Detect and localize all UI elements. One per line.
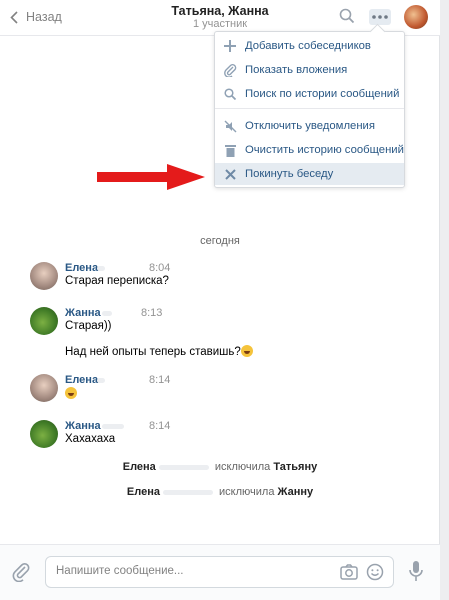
message-composer	[0, 544, 440, 600]
menu-item-label: Отключить уведомления	[245, 120, 375, 132]
message-time[interactable]: 8:04	[149, 262, 170, 274]
redacted-surname	[158, 464, 209, 470]
message-time[interactable]: 8:14	[149, 374, 170, 386]
system-target[interactable]: Жанну	[278, 486, 314, 498]
avatar[interactable]	[30, 262, 58, 290]
menu-item-leave-chat[interactable]: Покинуть беседу	[215, 163, 404, 185]
date-separator: сегодня	[200, 235, 240, 247]
message-author[interactable]: Елена	[65, 262, 98, 274]
chat-subtitle[interactable]: 1 участник	[140, 18, 300, 30]
paperclip-icon	[223, 63, 237, 77]
attach-button[interactable]	[12, 562, 30, 585]
message-text-second: Над ней опыты теперь ставишь?	[65, 346, 241, 358]
message-time[interactable]: 8:13	[141, 307, 162, 319]
system-target[interactable]: Татьяну	[273, 461, 317, 473]
message-author[interactable]: Елена	[65, 374, 98, 386]
menu-item-mute[interactable]: Отключить уведомления	[215, 115, 404, 137]
more-button[interactable]	[369, 9, 391, 25]
more-dots-icon	[372, 15, 388, 19]
message-text: Над ней опыты теперь ставишь?	[65, 345, 253, 358]
back-button[interactable]: Назад	[10, 10, 62, 24]
system-message: Елена исключила Татьяну	[0, 461, 440, 473]
message-author[interactable]: Жанна	[65, 420, 101, 432]
trash-icon	[223, 143, 237, 157]
emoji-button[interactable]	[366, 563, 384, 584]
system-actor[interactable]: Елена	[123, 461, 156, 473]
chat-panel: Назад Татьяна, Жанна 1 участник Добавить…	[0, 0, 440, 600]
menu-item-show-attachments[interactable]: Показать вложения	[215, 59, 404, 81]
chevron-left-icon	[10, 10, 18, 24]
red-arrow-annotation	[97, 164, 205, 190]
smile-icon	[366, 563, 384, 581]
laughing-emoji-icon	[240, 345, 253, 357]
paperclip-icon	[12, 563, 30, 583]
message-text: Старая))	[65, 320, 112, 332]
system-message: Елена исключила Жанну	[0, 486, 440, 498]
search-icon	[223, 87, 237, 101]
camera-button[interactable]	[340, 563, 358, 584]
microphone-icon	[409, 561, 423, 581]
scrollbar-track[interactable]	[441, 0, 449, 600]
avatar[interactable]	[30, 307, 58, 335]
menu-item-clear-history[interactable]: Очистить историю сообщений	[215, 139, 404, 161]
menu-item-label: Покинуть беседу	[245, 168, 334, 180]
mute-icon	[223, 119, 237, 133]
message-input-box	[45, 556, 394, 588]
menu-item-label: Показать вложения	[245, 64, 348, 76]
message-author[interactable]: Жанна	[65, 307, 101, 319]
message-text: Старая переписка?	[65, 275, 169, 287]
message-text: Хахахаха	[65, 433, 116, 445]
menu-item-add-members[interactable]: Добавить собеседников	[215, 35, 404, 57]
search-button[interactable]	[339, 8, 355, 27]
menu-item-label: Поиск по истории сообщений	[245, 88, 400, 100]
back-label: Назад	[26, 10, 62, 24]
plus-icon	[223, 39, 237, 53]
camera-icon	[340, 564, 358, 580]
menu-divider	[215, 108, 404, 109]
chat-avatar[interactable]	[404, 5, 428, 29]
system-actor[interactable]: Елена	[127, 486, 160, 498]
menu-item-search-history[interactable]: Поиск по истории сообщений	[215, 83, 404, 105]
redacted-surname	[102, 424, 124, 429]
voice-message-button[interactable]	[408, 560, 424, 585]
chat-title[interactable]: Татьяна, Жанна	[140, 4, 300, 18]
menu-item-label: Очистить историю сообщений	[245, 144, 404, 156]
avatar[interactable]	[30, 374, 58, 402]
avatar[interactable]	[30, 420, 58, 448]
close-icon	[223, 167, 237, 181]
menu-item-label: Добавить собеседников	[245, 40, 371, 52]
redacted-surname	[97, 266, 105, 271]
message-input[interactable]	[56, 565, 316, 577]
system-action: исключила	[214, 461, 271, 473]
redacted-surname	[102, 311, 112, 316]
message-time[interactable]: 8:14	[149, 420, 170, 432]
redacted-surname	[162, 489, 213, 495]
system-action: исключила	[219, 486, 275, 498]
laughing-emoji-icon	[65, 387, 77, 399]
search-icon	[339, 8, 355, 24]
redacted-surname	[97, 378, 105, 383]
message-text	[65, 387, 77, 400]
actions-dropdown: Добавить собеседников Показать вложения …	[214, 31, 405, 188]
